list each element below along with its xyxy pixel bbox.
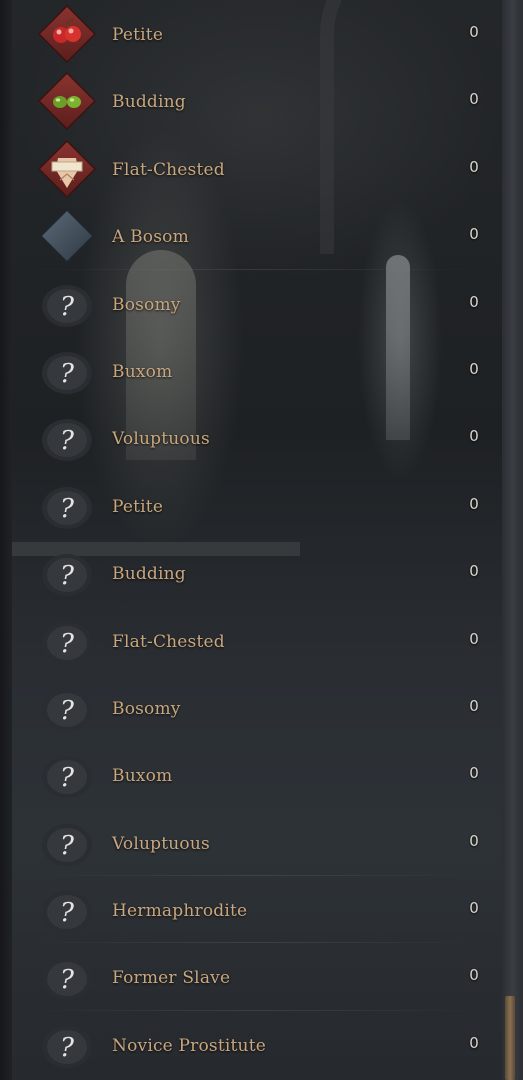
trait-row[interactable]: ? Petite 0 [0,472,502,539]
trait-row[interactable]: ? Bosomy 0 [0,674,502,741]
trait-count: 0 [469,292,479,311]
trait-label: Petite [112,25,164,45]
trait-count: 0 [469,427,479,446]
trait-label: Bosomy [112,698,181,719]
trait-count: 0 [469,90,479,109]
trait-row[interactable]: Flat-Chested 0 [0,135,502,202]
unknown-icon: ? [38,275,96,333]
unknown-icon: ? [38,1016,96,1074]
svg-text:?: ? [60,494,75,524]
trait-label: Flat-Chested [112,631,225,652]
trait-row[interactable]: ? Flat-Chested 0 [0,607,502,674]
trait-label: A Bosom [112,227,189,248]
svg-text:?: ? [60,965,75,995]
unknown-icon: ? [38,948,96,1006]
trait-count: 0 [469,899,479,918]
trait-row[interactable]: ? Bosomy 0 [0,270,502,337]
unknown-icon: ? [38,544,96,602]
trait-row[interactable]: Budding 0 [0,67,502,134]
trait-row[interactable]: ? Hermaphrodite 0 [0,876,502,944]
trait-count: 0 [469,23,479,41]
trait-count: 0 [469,1033,479,1052]
trait-label: Flat-Chested [112,159,225,180]
trait-label: Buxom [112,766,173,787]
blank-diamond-icon [38,207,96,265]
svg-text:?: ? [60,831,75,861]
trait-label: Hermaphrodite [112,901,248,922]
trait-row[interactable]: ? Former Slave 0 [0,943,502,1012]
trait-label: Budding [112,92,186,113]
svg-text:?: ? [60,763,75,793]
trait-label: Former Slave [112,968,231,989]
svg-text:?: ? [60,426,75,456]
trait-label: Bosomy [112,294,181,315]
scrollbar-track[interactable] [502,0,523,1080]
trait-label: Budding [112,564,186,585]
trait-row[interactable]: ? Buxom 0 [0,337,502,404]
unknown-icon: ? [38,881,96,939]
svg-text:?: ? [60,561,75,591]
trait-row[interactable]: ? Novice Prostitute 0 [0,1011,502,1078]
svg-text:?: ? [60,898,75,928]
trait-row[interactable]: ? Voluptuous 0 [0,809,502,877]
trait-list: Petite 0 Budding 0 Flat-Chested 0 A Boso… [0,0,502,1078]
svg-text:?: ? [60,696,75,726]
trait-label: Buxom [112,361,173,382]
svg-text:?: ? [60,629,75,659]
unknown-icon: ? [38,342,96,400]
trait-count: 0 [469,831,479,850]
svg-text:?: ? [60,292,75,322]
trait-count: 0 [469,359,479,378]
trait-count: 0 [469,966,479,985]
trait-row[interactable]: A Bosom 0 [0,202,502,270]
trait-row[interactable]: ? Voluptuous 0 [0,404,502,471]
unknown-icon: ? [38,477,96,535]
trait-label: Voluptuous [112,833,210,854]
svg-text:?: ? [60,359,75,389]
unknown-icon: ? [38,612,96,670]
trait-count: 0 [469,494,479,513]
trait-count: 0 [469,157,479,176]
unknown-icon: ? [38,814,96,872]
flat-chest-icon [38,139,96,198]
unknown-icon: ? [38,746,96,804]
trait-count: 0 [469,764,479,783]
trait-label: Petite [112,496,164,517]
svg-text:?: ? [60,1033,75,1063]
trait-row[interactable]: ? Buxom 0 [0,741,502,808]
apples-icon [38,5,96,63]
green-buds-icon [38,72,96,131]
trait-count: 0 [469,562,479,581]
unknown-icon: ? [38,409,96,467]
scrollbar-thumb[interactable] [505,996,515,1080]
trait-label: Voluptuous [112,429,210,450]
trait-row[interactable]: Petite 0 [0,0,502,67]
trait-count: 0 [469,225,479,244]
trait-count: 0 [469,629,479,648]
trait-row[interactable]: ? Budding 0 [0,539,502,606]
trait-label: Novice Prostitute [112,1035,267,1056]
trait-count: 0 [469,696,479,715]
unknown-icon: ? [38,679,96,737]
